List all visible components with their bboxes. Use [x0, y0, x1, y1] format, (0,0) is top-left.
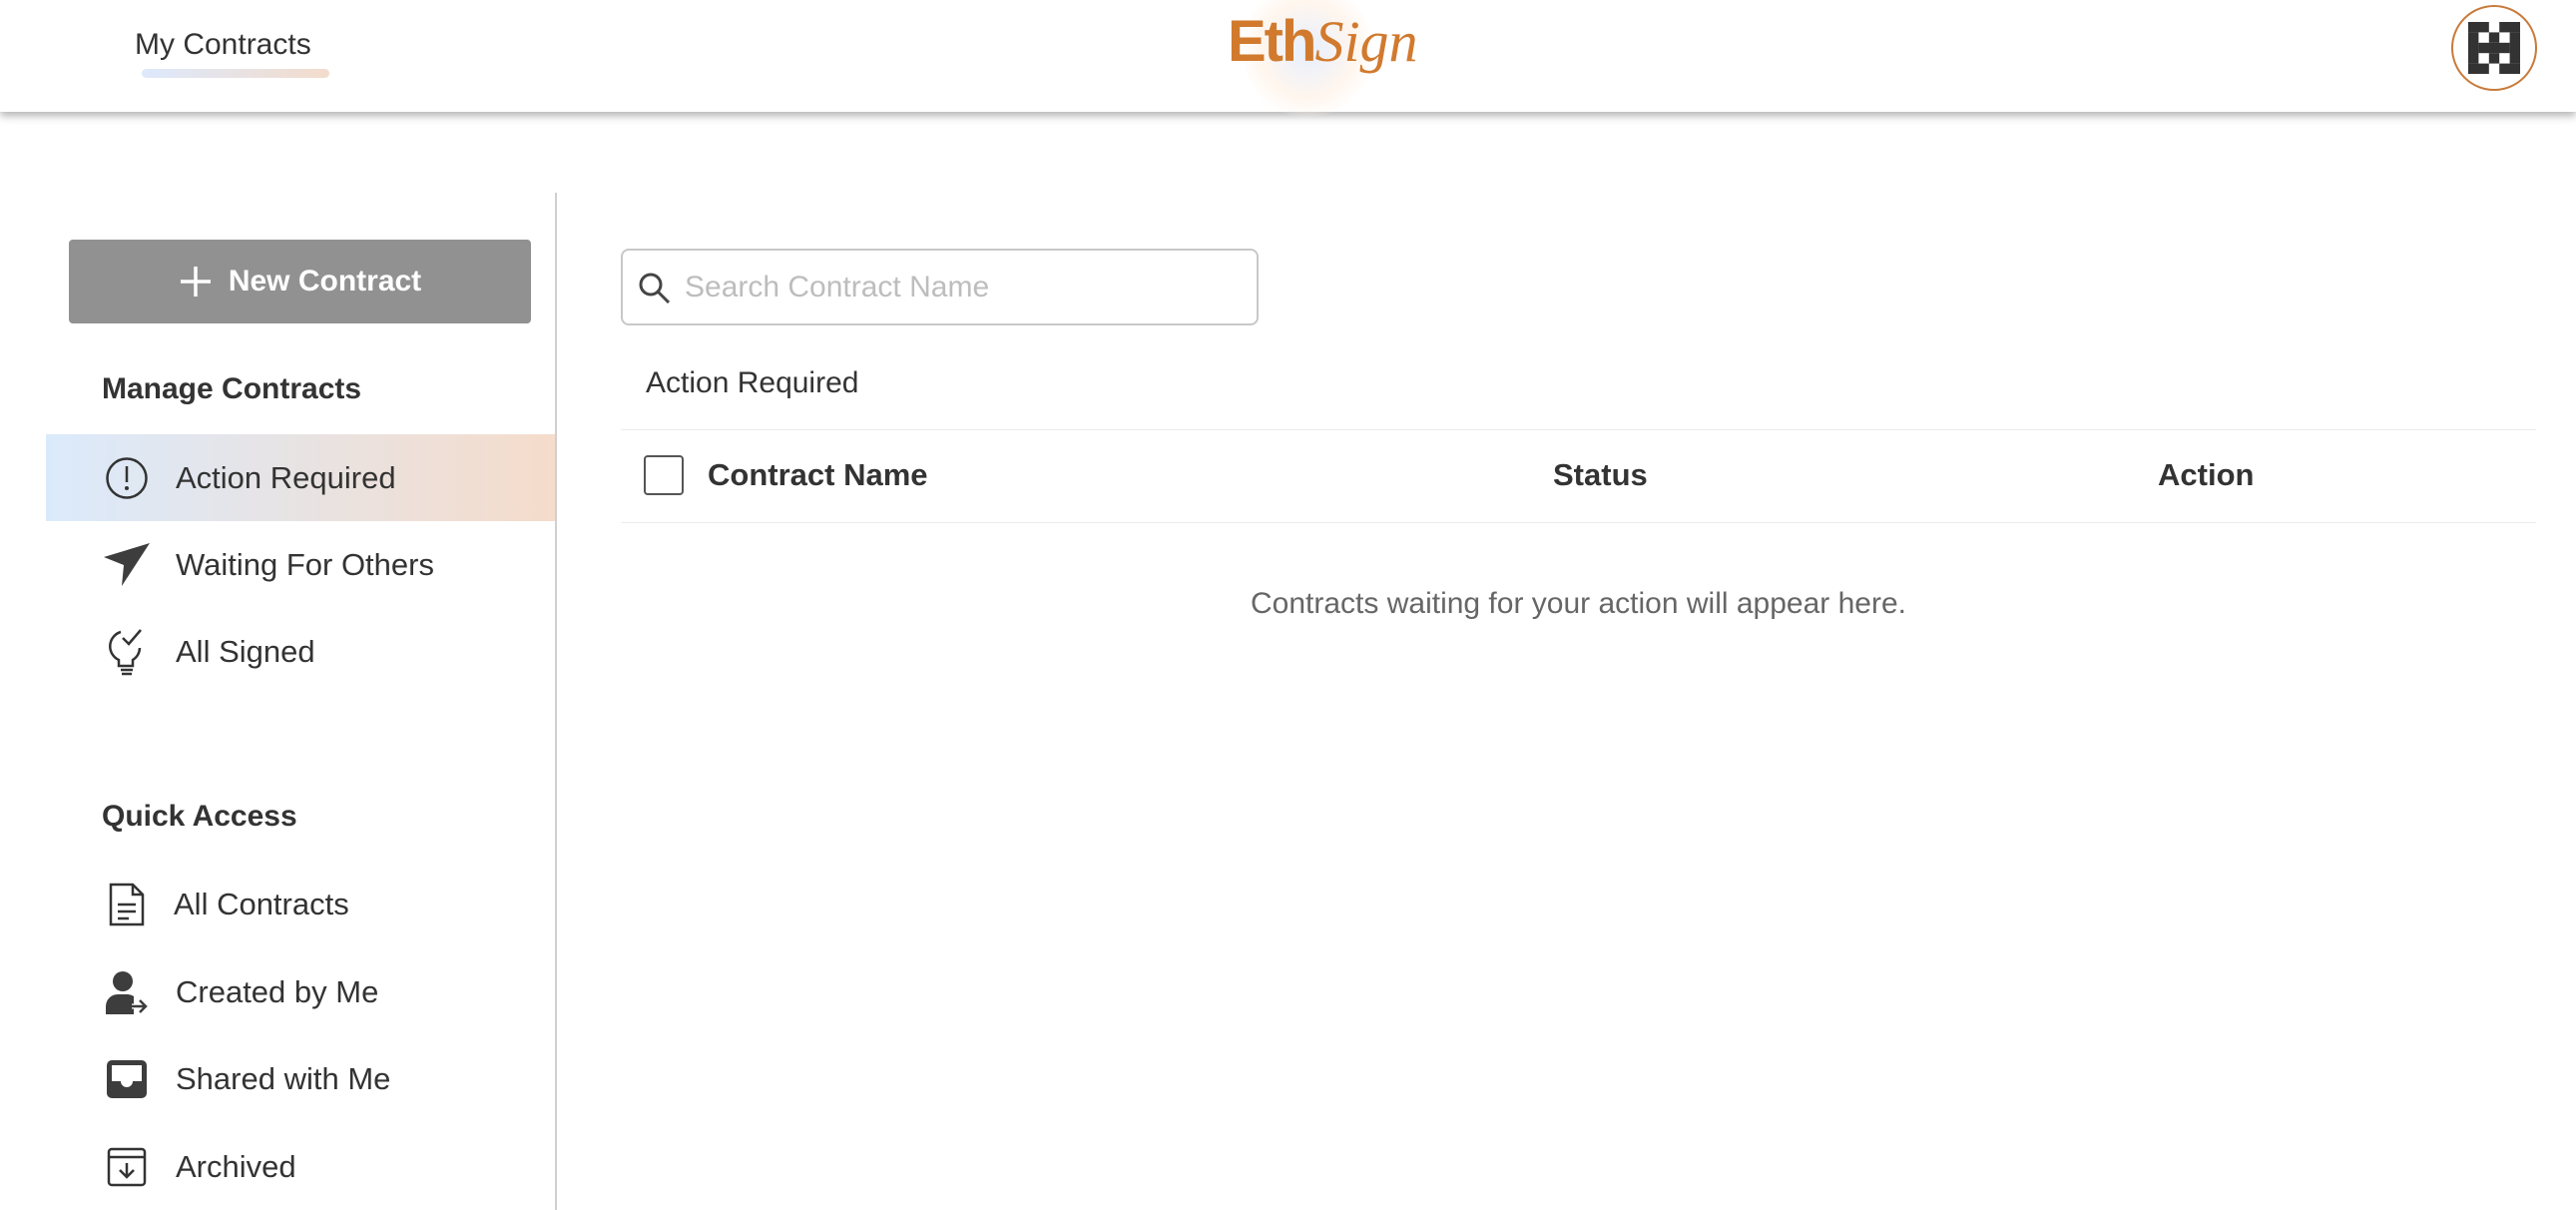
sidebar-item-label: Created by Me: [176, 973, 379, 1009]
sidebar-item-archived[interactable]: Archived: [46, 1123, 555, 1210]
new-contract-label: New Contract: [228, 265, 422, 298]
ethsign-logo[interactable]: EthSign: [1223, 0, 1442, 120]
plus-icon: [180, 267, 211, 297]
divider: [621, 429, 2536, 430]
sidebar-item-label: All Signed: [176, 633, 315, 669]
empty-state-message: Contracts waiting for your action will a…: [1251, 587, 1906, 620]
user-arrow-icon: [104, 969, 150, 1015]
column-header-status: Status: [1553, 457, 1648, 492]
logo-sign: Sign: [1314, 9, 1418, 74]
sidebar-item-label: Shared with Me: [176, 1060, 391, 1096]
sidebar-item-waiting-for-others[interactable]: Waiting For Others: [46, 521, 555, 608]
select-all-checkbox[interactable]: [644, 455, 684, 495]
lightbulb-check-icon: [104, 628, 150, 675]
paper-plane-icon: [104, 542, 150, 588]
quick-access-heading: Quick Access: [102, 800, 297, 833]
manage-contracts-heading: Manage Contracts: [102, 372, 362, 405]
column-header-action: Action: [2158, 457, 2255, 492]
search-icon: [639, 273, 671, 304]
column-header-contract-name[interactable]: Contract Name: [708, 457, 928, 493]
section-title: Action Required: [646, 366, 859, 399]
identicon-icon: [2468, 22, 2520, 74]
search-box[interactable]: [621, 249, 1259, 325]
exclamation-circle-icon: [104, 455, 150, 501]
sidebar-item-action-required[interactable]: Action Required: [46, 434, 555, 521]
top-header: My Contracts EthSign: [0, 0, 2576, 120]
logo-eth: Eth: [1228, 9, 1316, 74]
sidebar-item-label: All Contracts: [174, 886, 349, 921]
sidebar-divider: [555, 193, 557, 1210]
sidebar-item-shared-with-me[interactable]: Shared with Me: [46, 1035, 555, 1122]
avatar[interactable]: [2451, 5, 2537, 91]
archive-icon: [104, 1144, 150, 1190]
divider: [621, 522, 2536, 523]
sidebar-item-label: Waiting For Others: [176, 546, 434, 582]
inbox-icon: [104, 1056, 150, 1102]
nav-tab-my-contracts[interactable]: My Contracts: [135, 28, 311, 62]
sidebar-item-label: Archived: [176, 1148, 296, 1184]
search-input[interactable]: [685, 270, 1244, 304]
new-contract-button[interactable]: New Contract: [69, 240, 531, 323]
active-tab-indicator: [142, 69, 329, 78]
sidebar-item-created-by-me[interactable]: Created by Me: [46, 948, 555, 1035]
sidebar-item-label: Action Required: [176, 459, 396, 495]
document-icon: [104, 882, 150, 927]
sidebar-item-all-signed[interactable]: All Signed: [46, 608, 555, 695]
sidebar-item-all-contracts[interactable]: All Contracts: [46, 861, 555, 947]
